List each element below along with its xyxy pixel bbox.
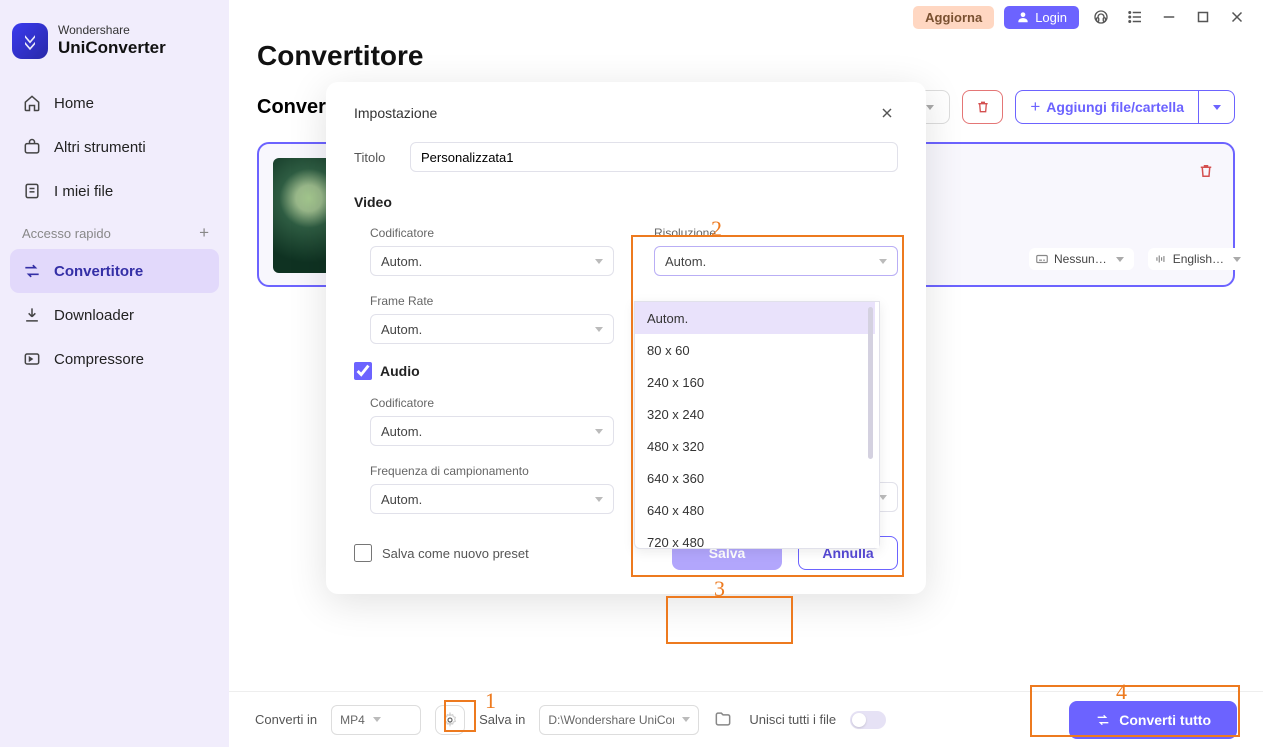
path-value: D:\Wondershare UniCon xyxy=(548,713,674,727)
logo-icon xyxy=(12,23,48,59)
audio-enable-checkbox[interactable] xyxy=(354,362,372,380)
framerate-label: Frame Rate xyxy=(370,294,614,308)
add-file-dropdown-button[interactable] xyxy=(1199,90,1235,124)
subtitle-select-label: Nessun… xyxy=(1054,252,1107,266)
convert-all-label: Converti tutto xyxy=(1119,712,1211,728)
logo-brand-text: Wondershare xyxy=(58,24,166,37)
output-format-select[interactable]: MP4 xyxy=(331,705,421,735)
open-folder-button[interactable] xyxy=(713,709,735,731)
sidebar-item-myfiles[interactable]: I miei file xyxy=(10,169,219,213)
save-in-label: Salva in xyxy=(479,712,525,727)
sidebar-item-compressor[interactable]: Compressore xyxy=(10,337,219,381)
framerate-select[interactable]: Autom. xyxy=(370,314,614,344)
resolution-option[interactable]: 80 x 60 xyxy=(635,334,875,366)
download-icon xyxy=(22,305,42,325)
sidebar-item-converter[interactable]: Convertitore xyxy=(10,249,219,293)
audio-track-select[interactable]: English… xyxy=(1148,248,1251,270)
format-value: MP4 xyxy=(340,713,365,727)
resolution-option[interactable]: 240 x 160 xyxy=(635,366,875,398)
compress-icon xyxy=(22,349,42,369)
converter-icon xyxy=(22,261,42,281)
dropdown-scrollbar[interactable] xyxy=(868,307,873,459)
video-encoder-select[interactable]: Autom. xyxy=(370,246,614,276)
sidebar-item-tools[interactable]: Altri strumenti xyxy=(10,125,219,169)
save-preset-label: Salva come nuovo preset xyxy=(382,546,529,561)
sidebar-item-home[interactable]: Home xyxy=(10,81,219,125)
sidebar-label: Compressore xyxy=(54,351,144,368)
resolution-option[interactable]: 640 x 360 xyxy=(635,462,875,494)
resolution-option[interactable]: 640 x 480 xyxy=(635,494,875,526)
quick-access-label: Accesso rapido xyxy=(22,226,111,241)
save-preset-checkbox[interactable] xyxy=(354,544,372,562)
convert-in-label: Converti in xyxy=(255,712,317,727)
merge-toggle[interactable] xyxy=(850,711,886,729)
sidebar-label: Convertitore xyxy=(54,263,143,280)
audio-encoder-label: Codificatore xyxy=(370,396,614,410)
title-input[interactable] xyxy=(410,142,898,172)
toolbox-icon xyxy=(22,137,42,157)
bottom-bar: Converti in MP4 Salva in D:\Wondershare … xyxy=(229,691,1263,747)
resolution-option[interactable]: 480 x 320 xyxy=(635,430,875,462)
page-title: Convertitore xyxy=(257,40,1235,72)
sidebar-item-downloader[interactable]: Downloader xyxy=(10,293,219,337)
resolution-option[interactable]: 320 x 240 xyxy=(635,398,875,430)
audio-section-header: Audio xyxy=(380,363,420,379)
logo-product-text: UniConverter xyxy=(58,38,166,57)
quick-access-add-button[interactable]: + xyxy=(199,223,209,243)
sidebar-label: I miei file xyxy=(54,183,113,200)
sidebar-label: Downloader xyxy=(54,307,134,324)
sample-rate-select[interactable]: Autom. xyxy=(370,484,614,514)
add-file-button[interactable]: +Aggiungi file/cartella xyxy=(1015,90,1199,124)
title-field-label: Titolo xyxy=(354,150,394,165)
audio-encoder-select[interactable]: Autom. xyxy=(370,416,614,446)
sidebar-label: Home xyxy=(54,95,94,112)
resolution-option[interactable]: Autom. xyxy=(635,302,875,334)
modal-title: Impostazione xyxy=(354,105,437,121)
resolution-option[interactable]: 720 x 480 xyxy=(635,526,875,548)
resolution-label: Risoluzione xyxy=(654,226,898,240)
merge-label: Unisci tutti i file xyxy=(749,712,836,727)
file-delete-button[interactable] xyxy=(1197,162,1215,185)
convert-all-button[interactable]: Converti tutto xyxy=(1069,701,1237,739)
sidebar: Wondershare UniConverter Home Altri stru… xyxy=(0,0,229,747)
resolution-select[interactable]: Autom. xyxy=(654,246,898,276)
home-icon xyxy=(22,93,42,113)
resolution-dropdown-list: Autom. 80 x 60 240 x 160 320 x 240 480 x… xyxy=(634,301,880,549)
video-section-header: Video xyxy=(354,194,898,210)
add-file-label: Aggiungi file/cartella xyxy=(1046,99,1184,115)
delete-all-button[interactable] xyxy=(962,90,1003,124)
file-icon xyxy=(22,181,42,201)
settings-modal: Impostazione Titolo Video Codificatore A… xyxy=(326,82,926,594)
logo: Wondershare UniConverter xyxy=(0,18,229,81)
sidebar-label: Altri strumenti xyxy=(54,139,146,156)
output-path-select[interactable]: D:\Wondershare UniCon xyxy=(539,705,699,735)
modal-close-button[interactable] xyxy=(876,102,898,124)
subtitle-select[interactable]: Nessun… xyxy=(1029,248,1134,270)
audio-track-label: English… xyxy=(1173,252,1224,266)
sample-rate-label: Frequenza di campionamento xyxy=(370,464,614,478)
video-encoder-label: Codificatore xyxy=(370,226,614,240)
settings-button[interactable] xyxy=(435,705,465,735)
